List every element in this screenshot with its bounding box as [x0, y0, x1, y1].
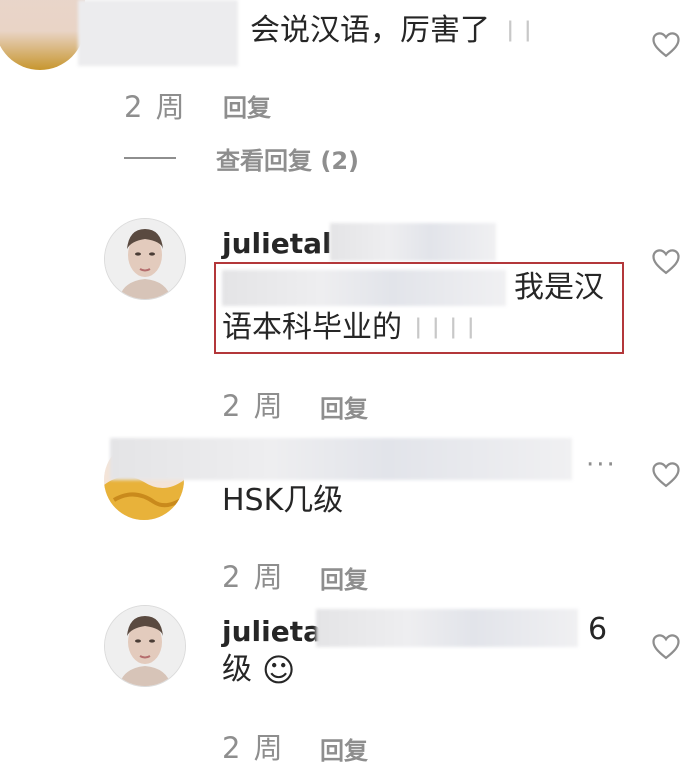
- redacted-username-rest: [330, 223, 496, 261]
- like-heart-icon[interactable]: [651, 632, 681, 660]
- comment-text-line-1: 我是汉: [514, 270, 604, 305]
- comment-2: julietal 我是汉 语本科毕业的 ǀ ǀ ǀ ǀ 2 周 回复: [0, 200, 700, 430]
- more-options-icon[interactable]: ···: [586, 450, 617, 480]
- like-heart-icon[interactable]: [651, 460, 681, 488]
- comment-text-line-2: 语本科毕业的: [222, 310, 402, 345]
- comment-time: 2 周: [222, 389, 285, 423]
- comment-time: 2 周: [222, 560, 285, 594]
- comment-text-line-2: 级: [222, 652, 252, 687]
- avatar-portrait: [105, 606, 185, 686]
- reply-button[interactable]: 回复: [223, 88, 271, 123]
- redaction-marks: ǀ ǀ ǀ ǀ: [415, 315, 476, 340]
- like-heart-icon[interactable]: [651, 30, 681, 58]
- smile-emoji-icon: ☺: [262, 651, 296, 689]
- avatar[interactable]: [104, 605, 186, 687]
- reply-button[interactable]: 回复: [320, 731, 368, 766]
- comment-text: HSK几级: [222, 483, 344, 518]
- avatar-portrait: [105, 219, 185, 299]
- reply-button[interactable]: 回复: [320, 560, 368, 595]
- comment-1: 会说汉语，厉害了 ǀ ǀ 2 周 回复 查看回复 (2): [0, 0, 700, 180]
- comment-3: ··· HSK几级 2 周 回复: [0, 430, 700, 600]
- like-heart-icon[interactable]: [651, 247, 681, 275]
- redaction-marks: ǀ ǀ: [507, 18, 533, 43]
- view-replies-line: [124, 157, 176, 159]
- comment-text-suffix: 6: [588, 612, 608, 647]
- redacted-username: [110, 438, 572, 480]
- avatar[interactable]: [104, 218, 186, 300]
- comment-time: 2 周: [124, 90, 187, 124]
- comment-text: 会说汉语，厉害了: [250, 13, 490, 48]
- avatar[interactable]: [0, 0, 85, 70]
- redacted-text: [316, 609, 578, 647]
- username[interactable]: julietal: [222, 227, 332, 260]
- username[interactable]: julieta: [222, 615, 322, 648]
- redacted-text: [222, 270, 506, 306]
- comment-4: julieta 6 级 ☺ 2 周 回复: [0, 595, 700, 770]
- redacted-username: [78, 0, 238, 66]
- comment-time: 2 周: [222, 731, 285, 765]
- reply-button[interactable]: 回复: [320, 389, 368, 424]
- view-replies-button[interactable]: 查看回复 (2): [216, 141, 359, 176]
